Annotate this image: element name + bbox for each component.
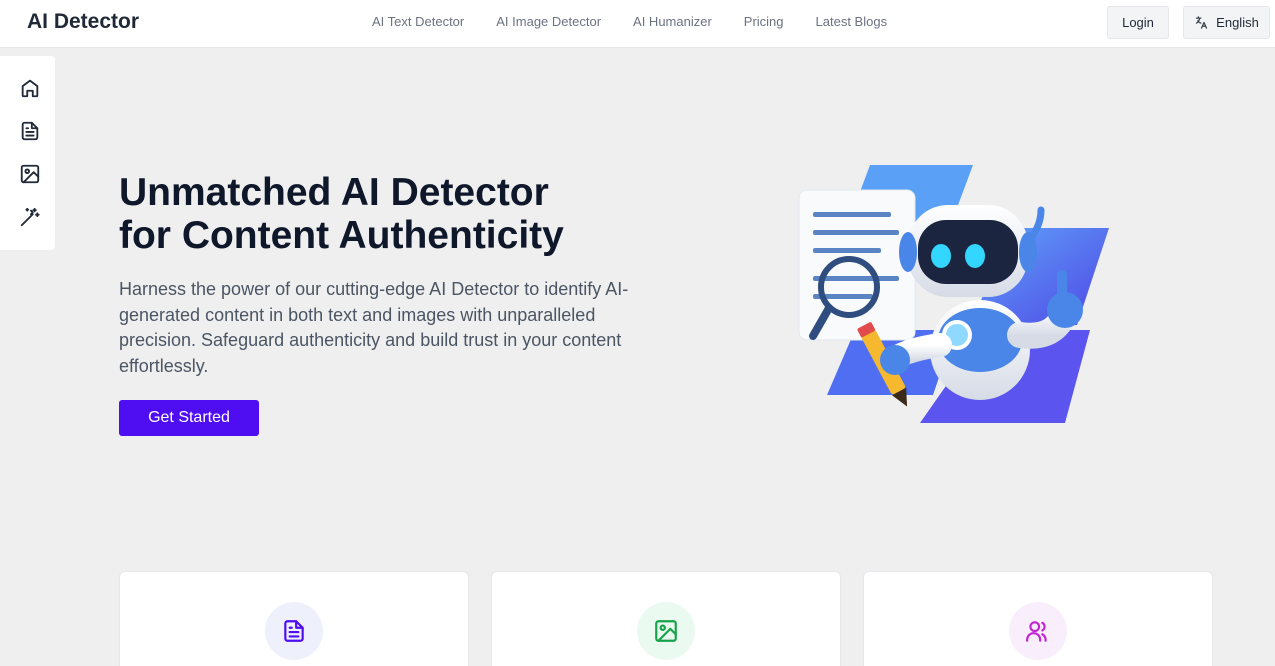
nav-latest-blogs[interactable]: Latest Blogs <box>816 14 888 29</box>
hero-description: Harness the power of our cutting-edge AI… <box>119 279 629 376</box>
top-header: AI Detector AI Text Detector AI Image De… <box>0 0 1275 48</box>
login-button[interactable]: Login <box>1107 6 1169 39</box>
feature-card-text <box>119 571 469 666</box>
translate-icon <box>1196 16 1208 29</box>
home-icon <box>21 79 39 98</box>
image-icon <box>655 620 677 642</box>
sidebar-item-home[interactable] <box>19 77 41 99</box>
document-icon <box>284 620 304 642</box>
hero-title-line-1: Unmatched AI Detector <box>119 171 549 214</box>
sidebar-item-humanizer[interactable] <box>19 206 41 228</box>
nav-ai-text-detector[interactable]: AI Text Detector <box>372 14 464 29</box>
users-icon <box>1026 621 1047 642</box>
language-button[interactable]: English <box>1183 6 1270 39</box>
sidebar-item-image-detector[interactable] <box>19 163 41 185</box>
nav-pricing[interactable]: Pricing <box>744 14 784 29</box>
brand-logo[interactable]: AI Detector <box>27 10 139 34</box>
card-icon-badge <box>265 602 323 660</box>
sidebar <box>0 56 55 250</box>
language-label: English <box>1216 15 1259 30</box>
sidebar-item-text-detector[interactable] <box>19 120 41 142</box>
card-icon-badge <box>1009 602 1067 660</box>
hero-title: Unmatched AI Detector for Content Authen… <box>119 171 679 257</box>
image-icon <box>20 164 40 184</box>
feature-card-humanizer <box>863 571 1213 666</box>
nav-ai-image-detector[interactable]: AI Image Detector <box>496 14 601 29</box>
hero-title-line-2: for Content Authenticity <box>119 214 564 257</box>
robot-illustration <box>798 165 1109 423</box>
nav-ai-humanizer[interactable]: AI Humanizer <box>633 14 712 29</box>
card-icon-badge <box>637 602 695 660</box>
main-nav: AI Text Detector AI Image Detector AI Hu… <box>372 14 887 29</box>
feature-card-image <box>491 571 841 666</box>
get-started-button[interactable]: Get Started <box>119 400 259 436</box>
magic-wand-icon <box>20 207 40 227</box>
document-icon <box>21 121 39 141</box>
